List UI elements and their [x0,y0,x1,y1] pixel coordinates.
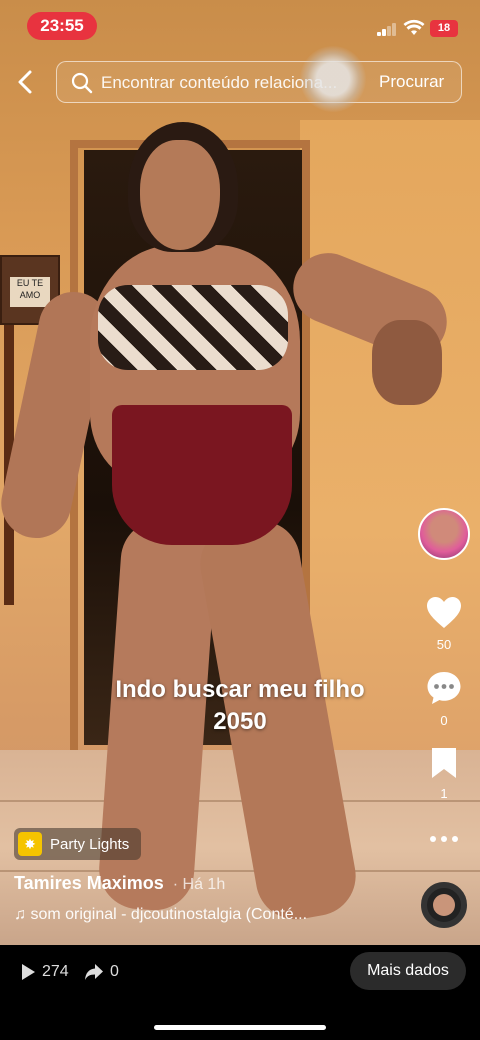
like-button[interactable]: 50 [420,596,468,652]
author-name[interactable]: Tamires Maximos [14,873,164,893]
effect-chip[interactable]: ✸ Party Lights [14,828,142,860]
views-count: 274 [42,963,69,980]
author-info[interactable]: Tamires Maximos · Há 1h [14,873,225,894]
comment-count: 0 [440,713,448,728]
sound-disc-thumbnail [433,894,455,916]
caption-line-1: Indo buscar meu filho [115,676,365,703]
sound-title: som original - djcoutinostalgia (Conté..… [30,906,308,923]
caption-line-2: 2050 [213,708,267,735]
search-bar[interactable]: Encontrar conteúdo relaciona... Procurar [56,61,462,103]
status-time: 23:55 [27,12,97,40]
sound-info[interactable]: ♫ som original - djcoutinostalgia (Conté… [14,906,354,924]
shares-count: 0 [110,963,119,980]
cellular-signal-icon [377,22,397,36]
sound-disc-button[interactable] [421,882,467,928]
video-caption-overlay: Indo buscar meu filho 2050 [60,674,420,738]
back-button[interactable] [12,64,42,100]
more-options-button[interactable] [420,830,468,853]
search-icon [71,72,93,94]
effect-label: Party Lights [50,835,130,853]
shares-stat: 0 [84,963,119,981]
battery-level: 18 [430,20,458,37]
dancing-person [0,0,480,945]
status-bar: 23:55 18 [0,0,480,50]
video-player[interactable]: EU TE AMO [0,0,480,945]
views-stat: 274 [20,963,69,981]
play-icon [22,964,35,980]
search-button[interactable]: Procurar [379,72,444,92]
heart-icon [427,597,461,628]
home-indicator[interactable] [154,1025,326,1030]
share-icon [85,964,103,980]
author-avatar[interactable] [418,508,470,560]
music-note-icon: ♫ [14,906,26,923]
like-count: 50 [436,637,452,652]
bookmark-icon [432,748,456,778]
touch-indicator [300,46,366,112]
back-arrow-icon [18,70,32,94]
comment-button[interactable]: 0 [420,670,468,728]
bottom-bar: 274 0 Mais dados [0,945,480,1040]
more-icon [430,836,458,842]
bookmark-count: 1 [440,786,448,801]
bookmark-button[interactable]: 1 [420,747,468,801]
wifi-icon [403,19,425,35]
post-time: · Há 1h [172,876,226,893]
comment-icon [427,672,461,704]
more-data-button[interactable]: Mais dados [350,952,466,990]
sparkle-icon: ✸ [18,832,42,856]
